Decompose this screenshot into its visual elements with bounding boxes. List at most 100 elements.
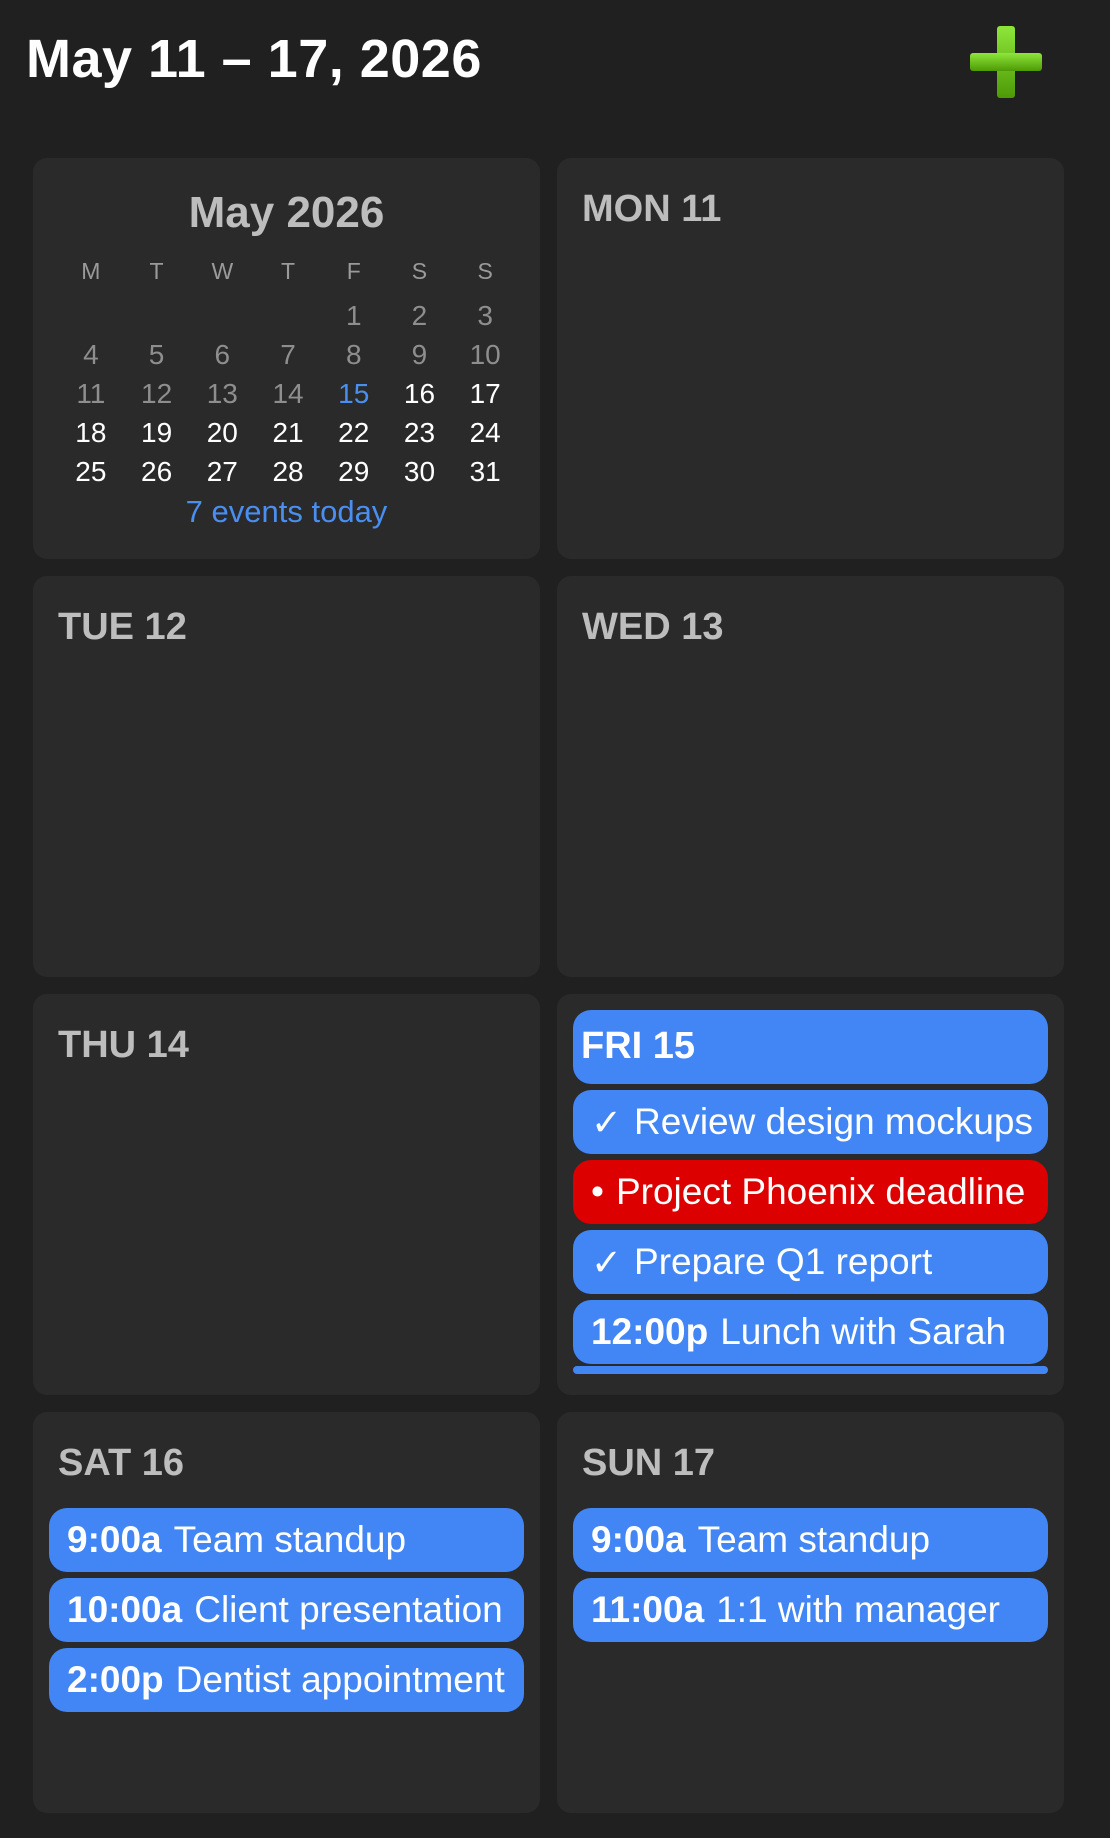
day-cell-sun[interactable]: SUN 17 9:00a Team standup 11:00a 1:1 wit… — [557, 1412, 1064, 1813]
mini-calendar-day[interactable]: 3 — [452, 296, 518, 335]
event-title: Team standup — [173, 1519, 407, 1560]
event-title: Dentist appointment — [175, 1659, 505, 1700]
event-time: 10:00a — [67, 1589, 183, 1630]
weekday-label: S — [411, 258, 428, 284]
day-cell-thu[interactable]: THU 14 — [33, 994, 540, 1395]
mini-calendar-day[interactable]: 2 — [387, 296, 453, 335]
week-range-title[interactable]: May 11 – 17, 2026 — [26, 28, 482, 90]
mini-calendar-day[interactable]: 25 — [58, 452, 124, 491]
event-chip[interactable]: 12:00p Lunch with Sarah — [573, 1300, 1048, 1364]
mini-calendar-week: 25 26 27 28 29 30 31 — [58, 452, 518, 491]
mini-calendar-day[interactable]: 16 — [387, 374, 453, 413]
mini-calendar-day[interactable]: 11 — [58, 374, 124, 413]
mini-calendar-day[interactable]: 13 — [189, 374, 255, 413]
bullet-icon: • — [591, 1171, 604, 1212]
event-chip[interactable]: 9:00a Team standup — [573, 1508, 1048, 1572]
mini-calendar-week: 4 5 6 7 8 9 10 — [58, 335, 518, 374]
weekday-label: F — [346, 258, 361, 284]
mini-calendar-day[interactable]: 22 — [321, 413, 387, 452]
mini-calendar-week: 18 19 20 21 22 23 24 — [58, 413, 518, 452]
mini-calendar-day[interactable]: 9 — [387, 335, 453, 374]
mini-calendar-day[interactable]: 23 — [387, 413, 453, 452]
weekday-label: T — [280, 258, 296, 284]
mini-calendar-day[interactable]: 5 — [124, 335, 190, 374]
mini-calendar-today[interactable]: 15 — [321, 374, 387, 413]
day-cell-tue[interactable]: TUE 12 — [33, 576, 540, 977]
mini-calendar-day[interactable]: 6 — [189, 335, 255, 374]
header: May 11 – 17, 2026 — [0, 0, 1110, 130]
mini-calendar-day[interactable]: 21 — [255, 413, 321, 452]
event-time: 11:00a — [591, 1589, 705, 1630]
mini-calendar-weekdays: M T W T F S S — [58, 258, 518, 285]
day-cell-sat[interactable]: SAT 16 9:00a Team standup 10:00a Client … — [33, 1412, 540, 1813]
day-label: SUN 17 — [582, 1442, 716, 1484]
mini-calendar-day[interactable]: 26 — [124, 452, 190, 491]
mini-calendar-week: 123 — [58, 296, 518, 335]
mini-calendar-day[interactable]: 7 — [255, 335, 321, 374]
weekday-label: M — [81, 258, 101, 284]
weekday-label: T — [149, 258, 164, 284]
mini-calendar[interactable]: May 2026 M T W T F S S 1 2 3 4 5 6 7 8 9 10 11 12 13… — [33, 158, 540, 559]
task-chip[interactable]: ✓ Review design mockups — [573, 1090, 1048, 1154]
today-header[interactable]: FRI 15 — [573, 1010, 1048, 1084]
more-events-indicator[interactable] — [573, 1366, 1048, 1374]
mini-calendar-day[interactable]: 31 — [452, 452, 518, 491]
weekday-label: S — [477, 258, 493, 284]
mini-calendar-day[interactable]: 27 — [189, 452, 255, 491]
event-title: Project Phoenix deadline — [615, 1171, 1026, 1212]
mini-calendar-day[interactable]: 19 — [124, 413, 190, 452]
day-label: MON 11 — [582, 188, 722, 230]
mini-calendar-day[interactable]: 28 — [255, 452, 321, 491]
mini-calendar-day[interactable]: 30 — [387, 452, 453, 491]
mini-calendar-day[interactable]: 14 — [255, 374, 321, 413]
mini-calendar-day[interactable]: 8 — [321, 335, 387, 374]
week-grid: May 2026 M T W T F S S 1 2 3 4 5 6 7 8 9 10 11 12 13… — [33, 158, 1064, 1813]
event-chip[interactable]: 9:00a Team standup — [49, 1508, 524, 1572]
event-title: Client presentation — [194, 1589, 503, 1630]
day-cell-fri[interactable]: FRI 15 ✓ Review design mockups • Project… — [557, 994, 1064, 1395]
event-title: Review design mockups — [634, 1101, 1033, 1142]
event-title: Lunch with Sarah — [720, 1311, 1007, 1352]
mini-calendar-day[interactable]: 10 — [452, 335, 518, 374]
empty-day — [189, 296, 255, 335]
mini-calendar-day[interactable]: 20 — [189, 413, 255, 452]
mini-calendar-day[interactable]: 17 — [452, 374, 518, 413]
mini-calendar-day[interactable]: 12 — [124, 374, 190, 413]
event-title: Prepare Q1 report — [634, 1241, 933, 1282]
mini-calendar-day[interactable]: 18 — [58, 413, 124, 452]
event-chip[interactable]: 11:00a 1:1 with manager — [573, 1578, 1048, 1642]
day-label: FRI 15 — [581, 1025, 696, 1067]
day-cell-mon[interactable]: MON 11 — [557, 158, 1064, 559]
day-label: TUE 12 — [58, 606, 187, 648]
event-title: Team standup — [697, 1519, 931, 1560]
empty-day — [58, 296, 124, 335]
event-title: 1:1 with manager — [716, 1589, 1000, 1630]
task-chip[interactable]: ✓ Prepare Q1 report — [573, 1230, 1048, 1294]
event-list: ✓ Review design mockups • Project Phoeni… — [573, 1090, 1048, 1370]
empty-day — [124, 296, 190, 335]
mini-calendar-week: 11 12 13 14 15 16 17 — [58, 374, 518, 413]
event-time: 9:00a — [67, 1519, 162, 1560]
event-time: 2:00p — [67, 1659, 164, 1700]
mini-calendar-day[interactable]: 24 — [452, 413, 518, 452]
deadline-chip[interactable]: • Project Phoenix deadline — [573, 1160, 1048, 1224]
mini-calendar-day[interactable]: 4 — [58, 335, 124, 374]
check-icon: ✓ — [591, 1101, 623, 1143]
mini-calendar-day[interactable]: 1 — [321, 296, 387, 335]
events-today-link[interactable]: 7 events today — [33, 494, 540, 530]
event-time: 9:00a — [591, 1519, 686, 1560]
day-label: SAT 16 — [58, 1442, 185, 1484]
event-chip[interactable]: 10:00a Client presentation — [49, 1578, 524, 1642]
mini-calendar-day[interactable]: 29 — [321, 452, 387, 491]
event-time: 12:00p — [591, 1311, 709, 1352]
add-event-button[interactable] — [966, 22, 1046, 102]
day-cell-wed[interactable]: WED 13 — [557, 576, 1064, 977]
event-list: 9:00a Team standup 10:00a Client present… — [49, 1508, 524, 1718]
weekday-label: W — [211, 258, 234, 284]
event-chip[interactable]: 2:00p Dentist appointment — [49, 1648, 524, 1712]
plus-icon — [970, 26, 1042, 98]
day-label: WED 13 — [582, 606, 724, 648]
check-icon: ✓ — [591, 1241, 623, 1283]
empty-day — [255, 296, 321, 335]
mini-calendar-month[interactable]: May 2026 — [33, 188, 540, 238]
